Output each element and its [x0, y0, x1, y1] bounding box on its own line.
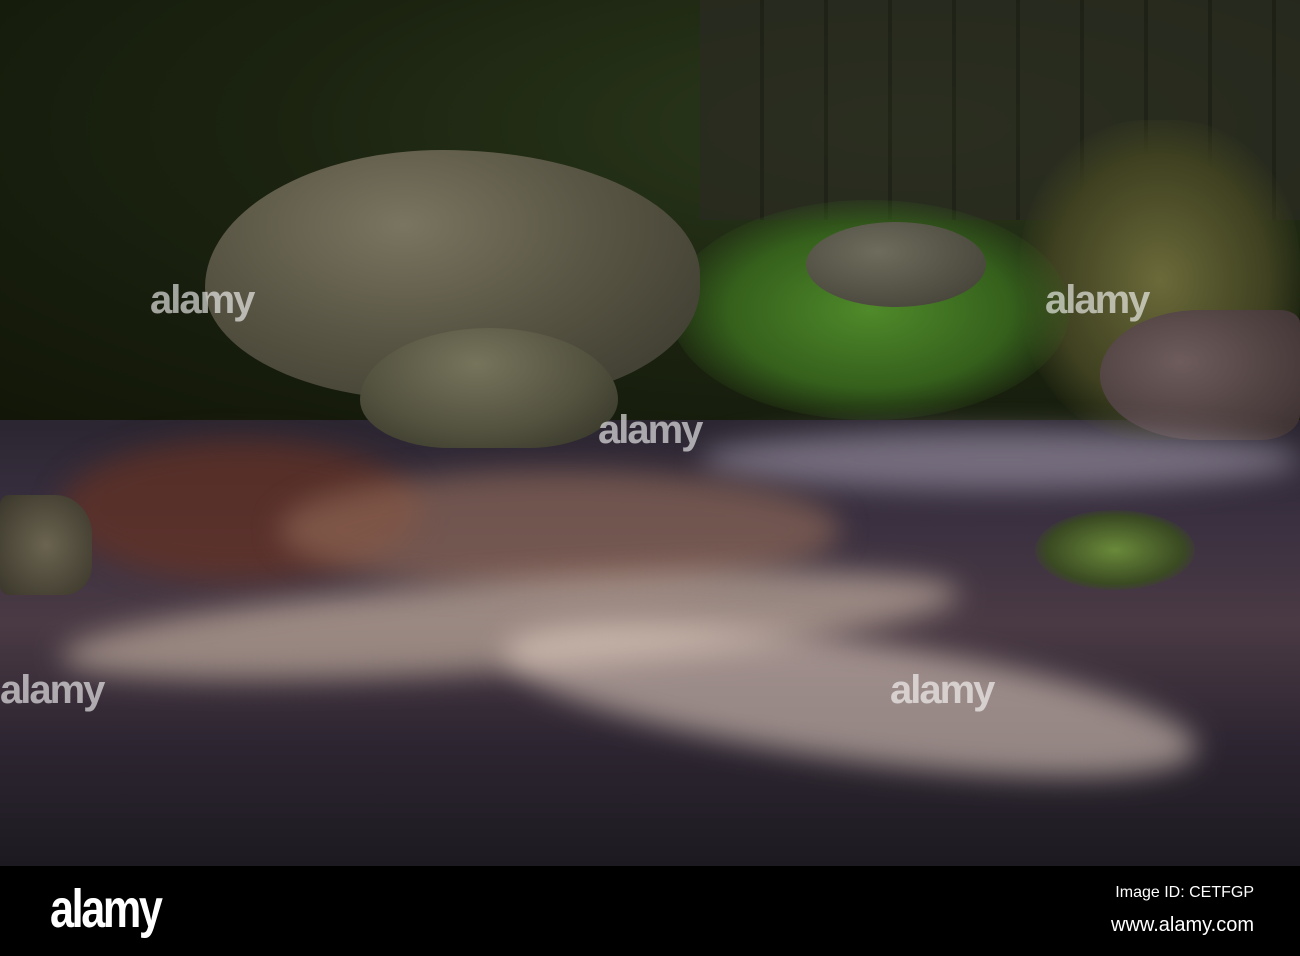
- image-id: Image ID: CETFGP: [1115, 884, 1254, 901]
- footer-bar: alamy Image ID: CETFGP www.alamy.com: [0, 866, 1300, 956]
- rock: [806, 222, 986, 307]
- river-photo: alamy alamy alamy alamy alamy: [0, 0, 1300, 866]
- stock-photo: alamy alamy alamy alamy alamy alamy Imag…: [0, 0, 1300, 956]
- website-link[interactable]: www.alamy.com: [1111, 914, 1254, 937]
- watermark: alamy: [890, 668, 995, 712]
- watermark: alamy: [598, 408, 703, 452]
- watermark: alamy: [1045, 278, 1150, 322]
- rock: [1100, 310, 1300, 440]
- water-flow: [700, 430, 1300, 490]
- watermark: alamy: [150, 278, 255, 322]
- watermark: alamy: [0, 668, 105, 712]
- rock: [0, 495, 92, 595]
- grass-tuft: [1035, 510, 1195, 590]
- alamy-logo: alamy: [50, 879, 163, 939]
